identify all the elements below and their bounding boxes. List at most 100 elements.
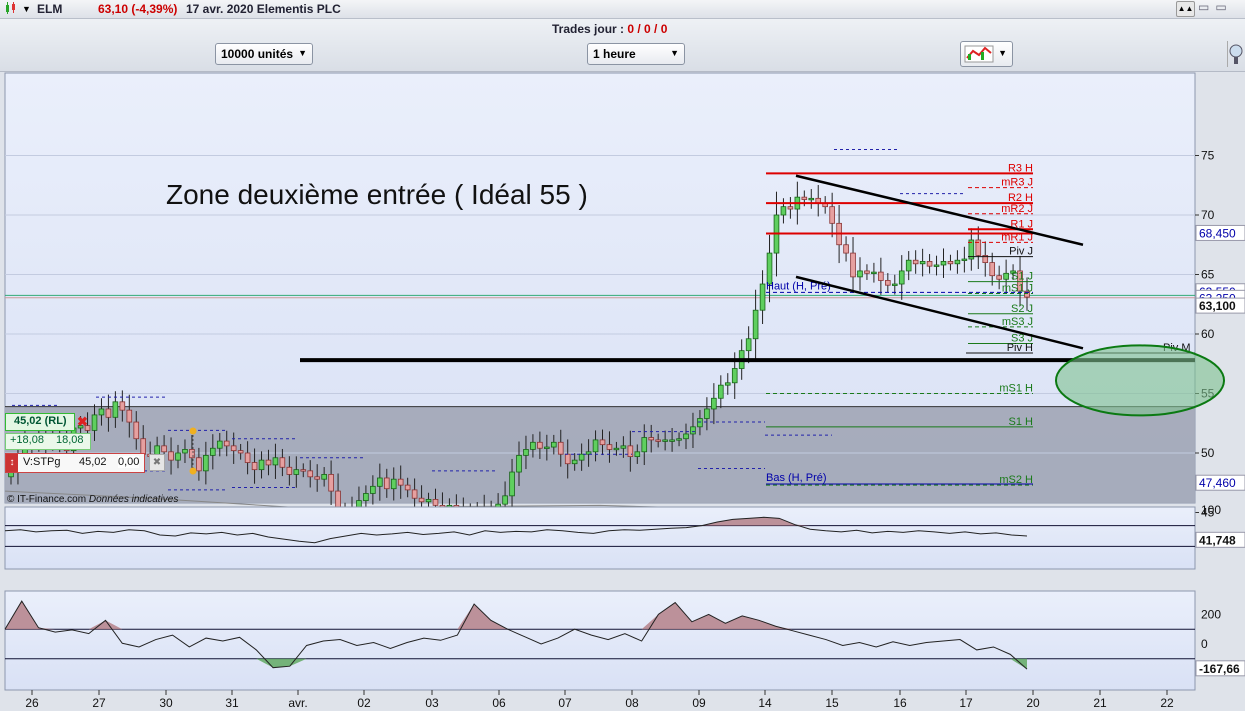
pivot-level-label: S2 J [1011, 303, 1033, 315]
y-tick-label: 70 [1201, 208, 1215, 222]
y-tick-label: 75 [1201, 149, 1215, 163]
candle [363, 493, 369, 501]
candle [885, 280, 891, 286]
momentum-tick-label: 0 [1201, 637, 1208, 651]
candle [724, 382, 731, 386]
window-buttons[interactable]: ▭▭ [1198, 0, 1233, 14]
candle [787, 206, 794, 210]
qty-value: 0,00 [118, 456, 140, 468]
dropdown-arrow-icon[interactable]: ▼ [22, 4, 31, 14]
oscillator-panel: 100 41,748 [4, 503, 1245, 570]
stop-label: V:STPg [23, 456, 61, 468]
annotation-text: Zone deuxième entrée ( Idéal 55 ) [166, 179, 588, 210]
momentum-panel: 200 0 -167,66 [4, 590, 1245, 691]
momentum-tick-label: 200 [1201, 607, 1221, 621]
candle [258, 459, 265, 471]
candle [905, 259, 912, 272]
price-tag: 68,450 [1199, 226, 1236, 240]
momentum-value: -167,66 [1199, 662, 1240, 676]
chart-tools-icon [964, 45, 994, 63]
interval-dropdown[interactable]: 1 heure ▼ [587, 43, 685, 65]
side-tool-icon[interactable] [1227, 41, 1244, 67]
quantity-dropdown[interactable]: 10000 unités ▼ [215, 43, 313, 65]
pivot-level-label: S1 J [1011, 271, 1033, 283]
candle [314, 476, 320, 480]
chart-area[interactable]: 75706560555045R3 HmR3 JR2 HmR2 JR1 JmR1 … [0, 71, 1245, 711]
close-icon[interactable]: ✖ [149, 454, 165, 471]
y-tick-label: 60 [1201, 327, 1215, 341]
candle [655, 439, 661, 442]
candle-icon [4, 2, 18, 14]
candle [223, 440, 230, 447]
trades-label: Trades jour : [552, 22, 625, 36]
candle [530, 441, 536, 450]
candle [704, 408, 710, 419]
candle [119, 401, 126, 411]
momentum-background [4, 590, 1196, 691]
candle [272, 457, 279, 466]
x-tick-label: avr. [288, 696, 307, 710]
prior-low-label: Bas (H, Pré) [766, 472, 827, 484]
x-tick-label: 26 [25, 696, 39, 710]
candle [523, 449, 529, 456]
candle [912, 259, 919, 265]
x-tick-label: 03 [425, 696, 439, 710]
candle [592, 439, 599, 453]
candle [1003, 272, 1009, 280]
order-dot [189, 467, 197, 475]
candle [550, 441, 557, 448]
x-tick-label: 07 [558, 696, 572, 710]
order-price: 45,02 (RL) [14, 415, 67, 427]
x-tick-label: 31 [225, 696, 239, 710]
order-diff-box: +18,08 18,08 [5, 433, 91, 450]
x-tick-label: 21 [1093, 696, 1107, 710]
candle [857, 270, 863, 278]
x-tick-label: 22 [1160, 696, 1174, 710]
candle [641, 437, 648, 453]
candle [996, 275, 1002, 280]
candle [898, 270, 905, 285]
candle [244, 452, 251, 463]
order-diff2: 18,08 [56, 434, 84, 446]
stop-order-box[interactable]: ↕ V:STPg 45,02 0,00 [5, 453, 145, 473]
candle [411, 489, 418, 499]
candle [961, 258, 968, 261]
x-tick-label: 17 [959, 696, 973, 710]
candle [286, 466, 293, 475]
x-tick-label: 09 [692, 696, 706, 710]
target-zone-ellipse [1055, 344, 1225, 417]
candle [780, 206, 787, 216]
candle [627, 445, 634, 457]
order-panel: 45,02 (RL) ✖ +18,08 18,08 ↕ V:STPg 45,02… [5, 413, 165, 475]
osc-tick-label: 100 [1201, 503, 1221, 517]
candle [648, 437, 655, 441]
candle [940, 261, 947, 266]
order-dot [189, 427, 197, 435]
candle [578, 453, 585, 461]
candle [230, 445, 237, 452]
scroll-up-button[interactable]: ▲▲ [1176, 1, 1195, 17]
x-tick-label: 20 [1026, 696, 1040, 710]
candle [237, 450, 244, 454]
candle [662, 439, 668, 442]
pivot-level-label: mS3 J [1002, 316, 1033, 328]
candle [216, 440, 223, 449]
candle [669, 439, 675, 442]
x-tick-label: 27 [92, 696, 106, 710]
order-price-box[interactable]: 45,02 (RL) [5, 413, 75, 431]
candle [871, 271, 877, 275]
stop-value: 45,02 [79, 456, 107, 468]
x-axis-band [0, 691, 1245, 711]
candle [697, 418, 703, 428]
pivot-level-label: Piv J [1009, 246, 1033, 258]
candle [808, 197, 815, 201]
candle [613, 447, 620, 451]
cancel-order-icon[interactable]: ✖ [77, 414, 88, 430]
chart-tools-dropdown[interactable]: ▼ [960, 41, 1013, 67]
candle [947, 261, 954, 265]
quantity-value: 10000 unités [221, 47, 294, 61]
candle [850, 252, 856, 278]
candle [328, 474, 334, 492]
candle [418, 497, 425, 503]
candle [516, 454, 522, 473]
